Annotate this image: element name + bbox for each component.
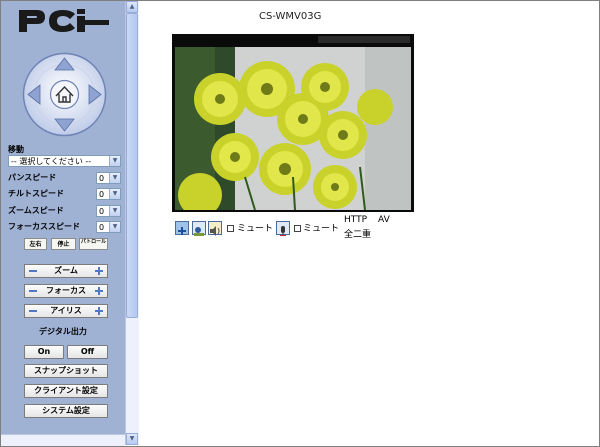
snapshot-camera-icon[interactable] <box>192 221 206 236</box>
scroll-up-icon[interactable]: ▲ <box>126 1 138 13</box>
video-viewer[interactable] <box>172 34 414 212</box>
http-label: HTTP <box>344 215 368 225</box>
iris-control[interactable]: アイリス <box>24 304 108 318</box>
speaker-icon[interactable] <box>208 221 222 236</box>
chevron-down-icon: ▼ <box>109 189 120 199</box>
minus-icon[interactable] <box>29 270 37 272</box>
move-preset-value: -- 選択してください -- <box>11 157 92 166</box>
tilt-speed-value: 0 <box>99 190 105 199</box>
minus-icon[interactable] <box>29 310 37 312</box>
move-preset-select[interactable]: -- 選択してください -- ▼ <box>8 155 121 167</box>
focus-speed-label: フォーカススピード <box>8 222 80 231</box>
digital-output-label: デジタル出力 <box>39 327 87 336</box>
pan-speed-label: パンスピード <box>8 173 57 182</box>
microphone-icon[interactable] <box>276 221 290 236</box>
zoom-speed-select[interactable]: 0 ▼ <box>96 205 121 217</box>
ptz-direction-pad[interactable] <box>22 52 107 137</box>
mute-label-2: ミュート <box>303 224 340 234</box>
sidebar-scrollbar[interactable]: ▲ ▼ <box>125 1 139 445</box>
digital-output-on-button[interactable]: On <box>24 345 64 359</box>
av-label: AV <box>378 215 390 225</box>
patrol-button[interactable]: パトロール <box>79 238 108 250</box>
mute-checkbox-2[interactable] <box>294 225 301 232</box>
focus-control[interactable]: フォーカス <box>24 284 108 298</box>
scroll-down-icon[interactable]: ▼ <box>126 433 138 445</box>
focus-label: フォーカス <box>46 286 86 295</box>
chevron-down-icon: ▼ <box>109 173 120 183</box>
chevron-down-icon: ▼ <box>109 206 120 216</box>
chevron-down-icon: ▼ <box>109 222 120 232</box>
stop-button[interactable]: 停止 <box>51 238 76 250</box>
iris-label: アイリス <box>50 306 82 315</box>
tilt-speed-label: チルトスピード <box>8 189 64 198</box>
chevron-down-icon: ▼ <box>109 156 120 166</box>
pan-left-right-button[interactable]: 左右 <box>24 238 47 250</box>
zoom-label: ズーム <box>54 266 78 275</box>
move-label: 移動 <box>8 145 24 154</box>
viewer-header-bar <box>318 36 410 43</box>
tilt-speed-select[interactable]: 0 ▼ <box>96 188 121 200</box>
snapshot-button[interactable]: スナップショット <box>24 364 108 378</box>
client-settings-button[interactable]: クライアント設定 <box>24 384 108 398</box>
live-video-image <box>175 47 411 210</box>
camera-title: CS-WMV03G <box>259 11 322 22</box>
mute-checkbox-1[interactable] <box>227 225 234 232</box>
zoom-speed-label: ズームスピード <box>8 206 64 215</box>
pan-speed-value: 0 <box>99 174 105 183</box>
sidebar-horizontal-scrollbar[interactable] <box>1 434 125 446</box>
pci-logo <box>19 9 109 32</box>
minus-icon[interactable] <box>29 290 37 292</box>
scroll-thumb[interactable] <box>126 13 138 318</box>
focus-speed-value: 0 <box>99 223 105 232</box>
pan-speed-select[interactable]: 0 ▼ <box>96 172 121 184</box>
control-sidebar: 移動 -- 選択してください -- ▼ パンスピード 0 ▼ チルトスピード 0… <box>1 1 125 445</box>
digital-output-off-button[interactable]: Off <box>67 345 108 359</box>
zoom-control[interactable]: ズーム <box>24 264 108 278</box>
zoom-in-icon[interactable] <box>175 221 189 235</box>
full-duplex-label: 全二重 <box>344 230 372 240</box>
system-settings-button[interactable]: システム設定 <box>24 404 108 418</box>
mute-label-1: ミュート <box>237 224 274 234</box>
focus-speed-select[interactable]: 0 ▼ <box>96 221 121 233</box>
zoom-speed-value: 0 <box>99 207 105 216</box>
